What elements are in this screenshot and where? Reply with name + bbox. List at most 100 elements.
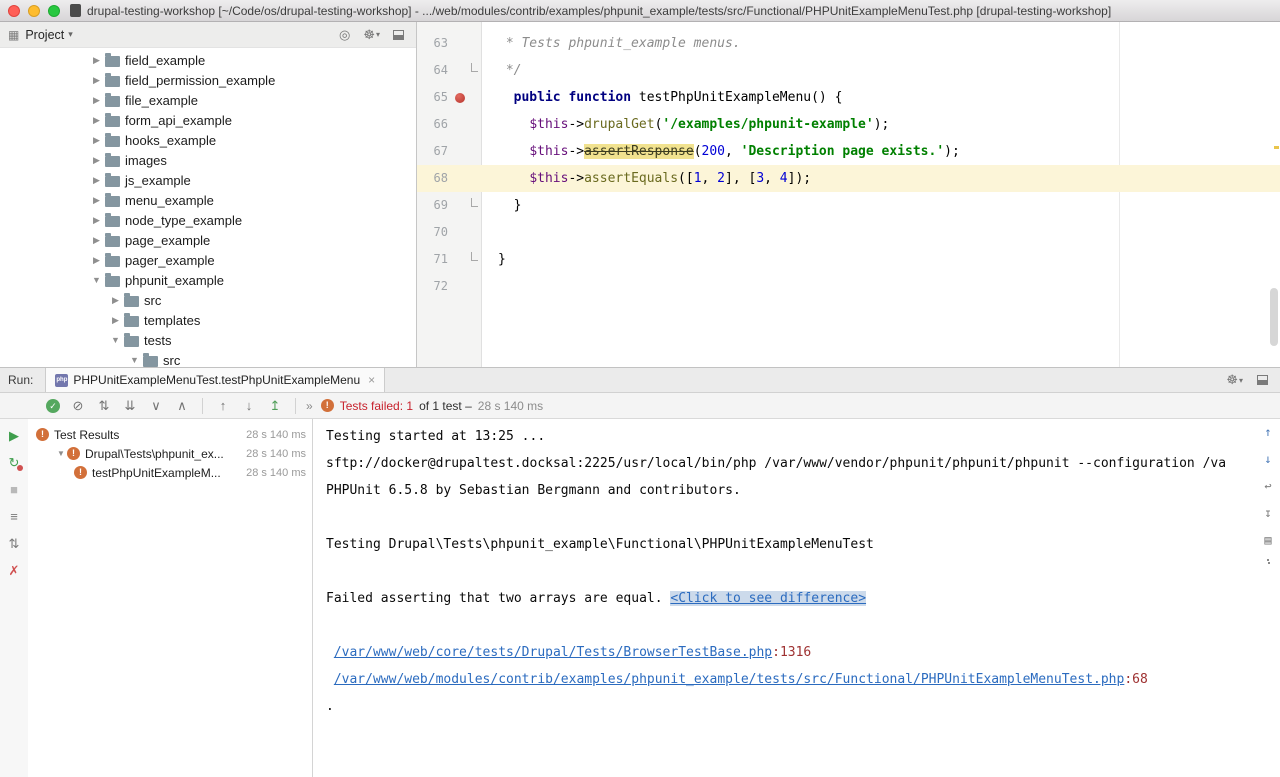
project-tree-item[interactable]: ▶templates [0,310,416,330]
collapse-all-icon[interactable]: ∧ [174,398,190,414]
previous-failed-test-icon[interactable]: ↑ [215,398,231,414]
fold-gutter[interactable] [467,111,481,138]
code-text[interactable]: } [481,192,1280,219]
scroll-sync-icon[interactable]: ⇅ [6,536,22,552]
soft-wrap-icon[interactable]: ↩ [1260,478,1276,494]
project-tree-item[interactable]: ▼src [0,350,416,367]
fold-gutter[interactable] [467,138,481,165]
close-button[interactable] [8,5,20,17]
fold-gutter[interactable] [467,57,481,84]
line-number[interactable]: 71 [417,246,453,273]
chevron-down-icon[interactable]: ▼ [128,355,141,365]
line-number[interactable]: 69 [417,192,453,219]
gutter-icon-area[interactable] [453,138,467,165]
fold-gutter[interactable] [467,30,481,57]
line-number[interactable]: 70 [417,219,453,246]
gutter-icon-area[interactable] [453,57,467,84]
sort-alphabetically-icon[interactable]: ⇅ [96,398,112,414]
chevron-right-icon[interactable]: ▶ [90,75,103,86]
chevron-right-icon[interactable]: ▶ [90,255,103,266]
project-tree-item[interactable]: ▶src [0,290,416,310]
print-icon[interactable]: ▤ [1260,532,1276,548]
chevron-right-icon[interactable]: ▶ [90,215,103,226]
import-test-results-icon[interactable]: ↥ [267,398,283,414]
chevron-right-icon[interactable]: ▶ [90,95,103,106]
line-number[interactable]: 65 [417,84,453,111]
show-passed-icon[interactable]: ✓ [46,399,60,413]
fold-gutter[interactable] [467,192,481,219]
sort-by-duration-icon[interactable]: ⇊ [122,398,138,414]
project-tree-item[interactable]: ▶pager_example [0,250,416,270]
next-failed-test-icon[interactable]: ↓ [241,398,257,414]
fold-marker-icon[interactable] [471,198,478,207]
hide-panel-icon[interactable] [393,30,404,40]
chevron-right-icon[interactable]: ▶ [109,295,122,306]
settings-gear-icon[interactable]: ☸▾ [1226,372,1243,388]
close-tab-icon[interactable]: × [368,373,375,387]
rerun-failed-tests-icon[interactable]: ↻ [6,455,22,471]
console-link[interactable]: <Click to see difference> [670,591,866,606]
close-window-icon[interactable]: ✗ [6,563,22,579]
chevron-right-icon[interactable]: ▶ [90,55,103,66]
fold-gutter[interactable] [467,165,481,192]
project-tree-item[interactable]: ▼tests [0,330,416,350]
settings-gear-icon[interactable]: ☸▾ [363,27,380,43]
scroll-to-end-icon[interactable]: ↧ [1260,505,1276,521]
code-text[interactable]: public function testPhpUnitExampleMenu()… [481,84,1280,111]
up-stack-trace-icon[interactable]: ↑ [1260,424,1276,440]
show-ignored-icon[interactable]: ⊘ [70,398,86,414]
hide-window-icon[interactable] [1257,375,1268,385]
minimize-button[interactable] [28,5,40,17]
project-tree-item[interactable]: ▶file_example [0,90,416,110]
chevron-right-icon[interactable]: ▶ [90,115,103,126]
gutter-icon-area[interactable] [453,192,467,219]
project-tree-item[interactable]: ▶field_example [0,50,416,70]
test-tree-item[interactable]: !Test Results28 s 140 ms [28,425,312,444]
gutter-icon-area[interactable] [453,111,467,138]
gutter-icon-area[interactable] [453,84,467,111]
chevron-down-icon[interactable]: ▼ [55,449,67,458]
editor-scrollbar-thumb[interactable] [1270,288,1278,346]
line-number[interactable]: 72 [417,273,453,300]
fold-gutter[interactable] [467,273,481,300]
test-tree-item[interactable]: ▼!Drupal\Tests\phpunit_ex...28 s 140 ms [28,444,312,463]
chevron-down-icon[interactable]: ▼ [90,275,103,285]
fold-marker-icon[interactable] [471,63,478,72]
chevron-right-icon[interactable]: ▶ [90,135,103,146]
scroll-from-source-icon[interactable]: ◎ [339,27,350,43]
gutter-icon-area[interactable] [453,273,467,300]
clear-console-icon[interactable] [1260,559,1276,575]
project-tree-item[interactable]: ▼phpunit_example [0,270,416,290]
line-number[interactable]: 67 [417,138,453,165]
run-tab[interactable]: php PHPUnitExampleMenuTest.testPhpUnitEx… [45,368,385,392]
stop-icon[interactable]: ■ [6,482,22,498]
project-tree-item[interactable]: ▶js_example [0,170,416,190]
project-tree-item[interactable]: ▶menu_example [0,190,416,210]
fold-gutter[interactable] [467,84,481,111]
gutter-icon-area[interactable] [453,246,467,273]
chevron-down-icon[interactable]: ▾ [68,29,73,40]
chevron-down-icon[interactable]: ▼ [109,335,122,345]
project-panel-title[interactable]: Project [25,28,64,42]
gutter-icon-area[interactable] [453,30,467,57]
project-tree-item[interactable]: ▶field_permission_example [0,70,416,90]
code-text[interactable]: } [481,246,1280,273]
line-number[interactable]: 66 [417,111,453,138]
line-number[interactable]: 68 [417,165,453,192]
console-link[interactable]: /var/www/web/modules/contrib/examples/ph… [334,672,1125,687]
line-number[interactable]: 63 [417,30,453,57]
chevron-right-icon[interactable]: ▶ [90,155,103,166]
chevron-right-icon[interactable]: ▶ [90,175,103,186]
code-text[interactable]: $this->drupalGet('/examples/phpunit-exam… [481,111,1280,138]
code-text[interactable]: * Tests phpunit_example menus. [481,30,1280,57]
code-text[interactable]: */ [481,57,1280,84]
chevrons-icon[interactable]: » [306,399,313,413]
console-output[interactable]: Testing started at 13:25 ...sftp://docke… [313,419,1280,777]
warning-stripe-mark[interactable] [1274,146,1279,149]
chevron-right-icon[interactable]: ▶ [109,315,122,326]
zoom-button[interactable] [48,5,60,17]
test-history-icon[interactable]: ≡ [6,509,22,525]
rerun-tests-icon[interactable]: ▶ [6,428,22,444]
console-link[interactable]: /var/www/web/core/tests/Drupal/Tests/Bro… [334,645,772,660]
expand-all-icon[interactable]: ∨ [148,398,164,414]
